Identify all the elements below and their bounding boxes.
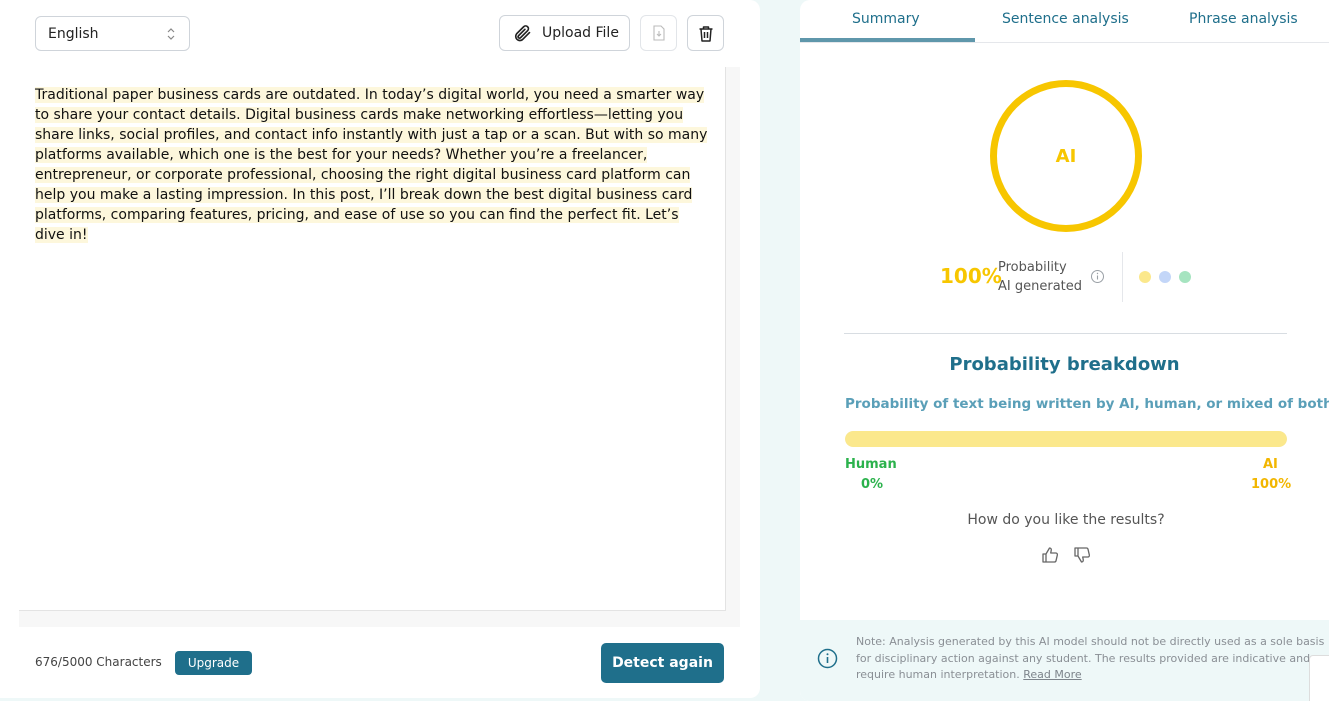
breakdown-subtitle: Probability of text being written by AI,… (845, 396, 1329, 412)
legend-dot-mixed (1159, 271, 1171, 283)
legend-dot-ai (1139, 271, 1151, 283)
language-select-value: English (48, 25, 99, 42)
section-divider (844, 333, 1287, 334)
read-more-link[interactable]: Read More (1023, 668, 1081, 681)
floating-widget[interactable] (1309, 655, 1329, 701)
active-tab-indicator (800, 38, 975, 42)
chevron-up-down-icon (167, 28, 175, 40)
tab-phrase-analysis[interactable]: Phrase analysis (1189, 11, 1298, 27)
upload-file-button[interactable]: Upload File (499, 15, 630, 51)
tab-sentence-analysis[interactable]: Sentence analysis (1002, 11, 1129, 27)
ai-gauge-ring: AI (990, 80, 1142, 232)
legend-dot-human (1179, 271, 1191, 283)
upgrade-button[interactable]: Upgrade (175, 651, 252, 675)
probability-bar (845, 431, 1287, 447)
gauge-label: AI (1055, 145, 1077, 167)
thumbs-up-icon[interactable] (1041, 546, 1059, 564)
tab-summary[interactable]: Summary (852, 11, 920, 27)
trash-icon (699, 25, 712, 42)
upload-file-label: Upload File (542, 25, 619, 41)
ai-value: 100% (1251, 477, 1292, 492)
editor-text[interactable]: Traditional paper business cards are out… (35, 85, 711, 245)
download-button[interactable] (640, 15, 677, 51)
probability-label-line2: AI generated (998, 279, 1083, 294)
human-label: Human (845, 457, 897, 472)
paperclip-icon (514, 25, 531, 42)
vertical-divider (1122, 252, 1123, 302)
language-select[interactable]: English (35, 16, 190, 51)
probability-label-line1: Probability (998, 260, 1067, 275)
character-count: 676/5000 Characters (35, 655, 162, 669)
delete-button[interactable] (687, 15, 724, 51)
info-icon[interactable] (1090, 269, 1105, 284)
human-value: 0% (861, 477, 884, 492)
probability-label: Probability AI generated (998, 258, 1082, 296)
breakdown-title: Probability breakdown (949, 354, 1180, 375)
input-panel: English Upload File Traditional paper bu… (0, 0, 760, 698)
disclaimer-body: Note: Analysis generated by this AI mode… (856, 635, 1325, 681)
disclaimer-note: Note: Analysis generated by this AI mode… (800, 620, 1329, 701)
editor-text-content: Traditional paper business cards are out… (35, 87, 708, 243)
file-download-icon (652, 25, 665, 41)
thumbs-down-icon[interactable] (1073, 546, 1091, 564)
info-circle-icon (817, 648, 838, 669)
feedback-question: How do you like the results? (967, 512, 1165, 528)
ai-label: AI (1263, 457, 1278, 472)
editor-footer: 676/5000 Characters Upgrade Detect again (19, 627, 740, 698)
results-tabs: Summary Sentence analysis Phrase analysi… (800, 0, 1329, 43)
results-panel: Summary Sentence analysis Phrase analysi… (800, 0, 1329, 701)
text-editor-inner[interactable]: Traditional paper business cards are out… (19, 67, 726, 611)
disclaimer-text: Note: Analysis generated by this AI mode… (856, 634, 1326, 684)
probability-bar-fill-ai (845, 431, 1287, 447)
ai-probability-percent: 100% (940, 264, 1002, 288)
text-editor[interactable]: Traditional paper business cards are out… (19, 67, 740, 627)
detect-again-button[interactable]: Detect again (601, 643, 724, 683)
